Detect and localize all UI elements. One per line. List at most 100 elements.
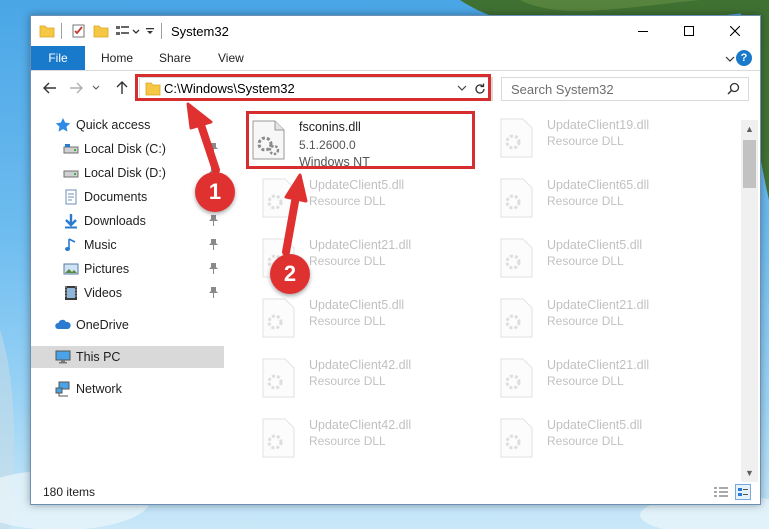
maximize-button[interactable] [666,16,712,46]
file-name: UpdateClient21.dll [547,298,650,312]
back-arrow-icon [43,82,56,94]
nav-label: Local Disk (D:) [84,166,166,180]
quick-access-toolbar-dropdown-icon[interactable] [145,23,155,39]
file-name: UpdateClient5.dll [309,298,405,312]
file-tile[interactable]: UpdateClient19.dll Resource DLL [489,112,719,164]
pin-icon[interactable] [209,143,218,154]
dll-file-icon [500,418,533,458]
nav-item-this-pc[interactable]: This PC [31,346,224,368]
file-tile[interactable]: UpdateClient21.dll Resource DLL [489,352,719,404]
file-type: Resource DLL [547,314,624,328]
dll-file-icon [500,238,533,278]
dll-file-icon [500,178,533,218]
nav-item-quick-access[interactable]: Quick access [31,114,224,136]
file-type: Resource DLL [309,374,386,388]
up-arrow-icon [116,81,128,94]
step-1-badge: 1 [195,172,235,212]
file-tile[interactable]: UpdateClient5.dll Resource DLL [489,412,719,464]
computer-icon [55,350,71,364]
file-name: UpdateClient5.dll [309,178,405,192]
tiles-view-icon [738,488,748,496]
nav-item-music[interactable]: Music [31,234,224,256]
file-name: UpdateClient5.dll [547,418,643,432]
recent-locations-button[interactable] [91,80,101,96]
tiles-view-button[interactable] [735,484,751,500]
file-type: Resource DLL [309,254,386,268]
documents-icon [65,189,77,205]
forward-button[interactable] [67,80,85,96]
chevron-down-icon[interactable] [131,23,141,39]
file-tile[interactable]: UpdateClient65.dll Resource DLL [489,172,719,224]
expand-ribbon-icon[interactable] [725,55,735,63]
dll-file-icon [262,358,295,398]
cloud-icon [55,319,71,329]
pin-icon[interactable] [209,215,218,226]
tab-home[interactable]: Home [101,51,133,65]
dll-file-icon [262,178,295,218]
star-icon [55,118,71,132]
scroll-down-icon[interactable]: ▼ [745,468,754,478]
properties-icon[interactable] [71,23,87,39]
nav-label: Network [76,382,122,396]
title-separator [161,23,162,39]
forward-arrow-icon [70,82,83,94]
ribbon-tabs: File Home Share View ? [31,46,760,71]
file-tile[interactable]: UpdateClient21.dll Resource DLL [489,292,719,344]
minimize-button[interactable] [620,16,666,46]
nav-item-network[interactable]: Network [31,378,224,400]
tab-file[interactable]: File [31,46,85,70]
pin-icon[interactable] [209,287,218,298]
help-icon[interactable]: ? [736,50,752,66]
status-bar: 180 items [31,480,760,504]
file-name: UpdateClient21.dll [547,358,650,372]
file-type: Resource DLL [309,314,386,328]
close-button[interactable] [712,16,758,46]
file-tile[interactable]: UpdateClient5.dll Resource DLL [489,232,719,284]
drive-icon [63,144,79,154]
file-tile[interactable]: UpdateClient5.dll Resource DLL [251,292,481,344]
customize-toolbar-icon[interactable] [115,23,131,39]
vertical-scrollbar[interactable]: ▲ ▼ [741,120,758,482]
nav-label: Pictures [84,262,130,276]
scroll-up-icon[interactable]: ▲ [745,124,754,134]
network-icon [55,381,70,397]
pin-icon[interactable] [209,239,218,250]
details-view-button[interactable] [713,484,729,500]
file-type: Resource DLL [309,434,386,448]
up-button[interactable] [113,80,131,96]
file-name: UpdateClient42.dll [309,418,412,432]
item-count: 180 items [43,485,96,499]
tab-share[interactable]: Share [159,51,191,65]
file-name: UpdateClient42.dll [309,358,412,372]
nav-label: Documents [84,190,148,204]
file-type: Resource DLL [547,254,624,268]
dll-file-icon [500,358,533,398]
search-icon[interactable] [727,82,740,95]
file-tile[interactable]: UpdateClient42.dll Resource DLL [251,352,481,404]
nav-label: Local Disk (C:) [84,142,166,156]
file-name: UpdateClient5.dll [547,238,643,252]
nav-label: Videos [84,286,122,300]
nav-item-local-disk-d[interactable]: Local Disk (D:) [31,162,224,184]
file-type: Resource DLL [309,194,386,208]
new-folder-icon[interactable] [93,23,109,39]
scrollbar-thumb[interactable] [743,140,756,188]
folder-icon [39,25,55,38]
navigation-pane: Quick access Local Disk (C:) Local Disk … [31,110,224,480]
back-button[interactable] [41,80,59,96]
step-2-badge: 2 [270,254,310,294]
nav-item-pictures[interactable]: Pictures [31,258,224,280]
file-tile[interactable]: UpdateClient5.dll Resource DLL [251,172,481,224]
nav-item-videos[interactable]: Videos [31,282,224,304]
nav-item-onedrive[interactable]: OneDrive [31,314,224,336]
nav-item-local-disk-c[interactable]: Local Disk (C:) [31,138,224,160]
search-box[interactable]: Search System32 [501,77,749,101]
pin-icon[interactable] [209,263,218,274]
tab-view[interactable]: View [218,51,244,65]
nav-item-downloads[interactable]: Downloads [31,210,224,232]
file-tile[interactable]: UpdateClient42.dll Resource DLL [251,412,481,464]
pictures-icon [63,263,79,275]
nav-label: Downloads [84,214,146,228]
file-name: UpdateClient21.dll [309,238,412,252]
dll-file-icon [262,418,295,458]
